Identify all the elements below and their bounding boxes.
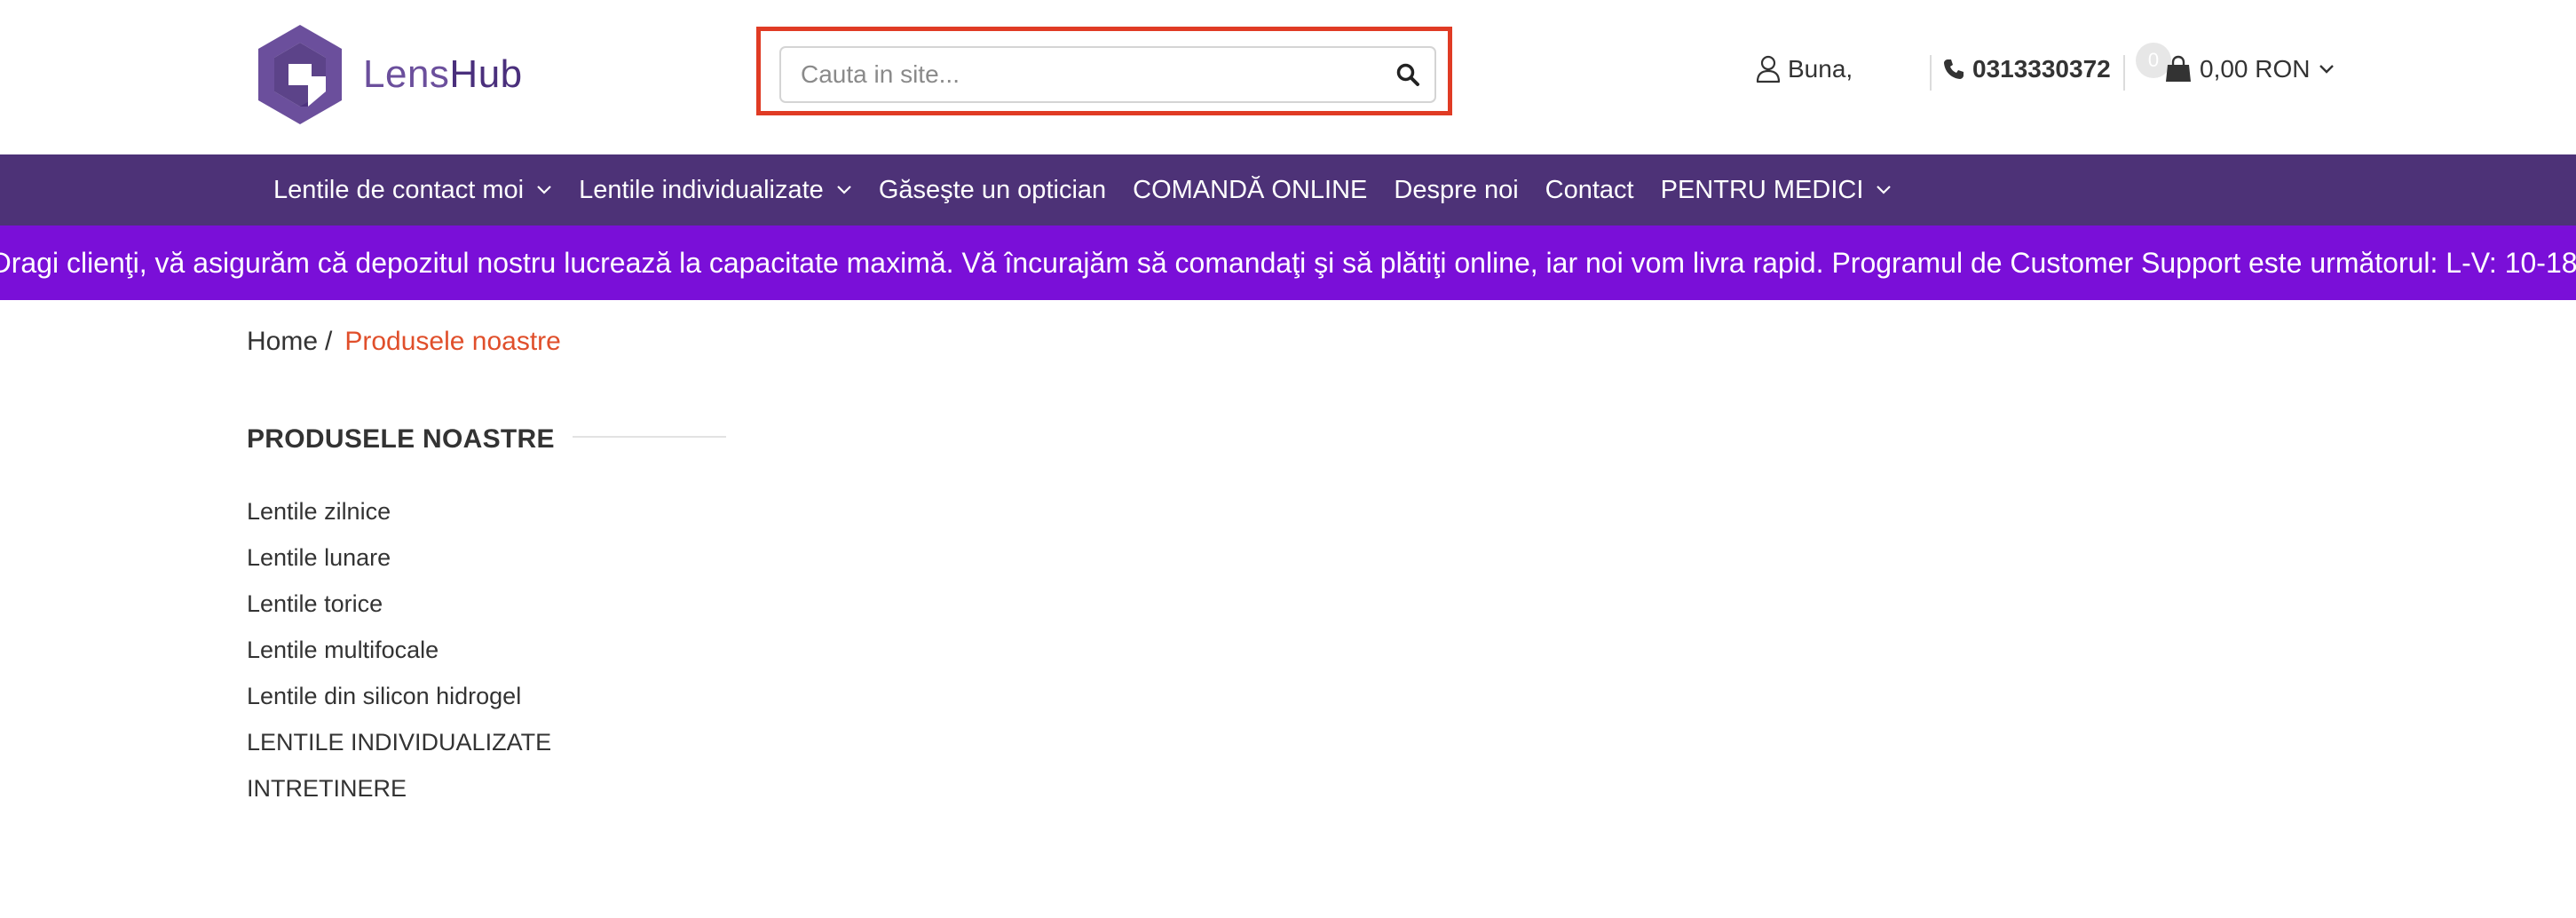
- phone-link[interactable]: 0313330372: [1942, 55, 2111, 83]
- cart-total: 0,00 RON: [2200, 55, 2311, 83]
- shopping-bag-icon: [2166, 55, 2191, 82]
- search-input[interactable]: [781, 48, 1381, 101]
- search-button[interactable]: [1381, 48, 1434, 101]
- search-icon: [1396, 63, 1419, 86]
- breadcrumb-separator: /: [325, 327, 333, 356]
- chevron-down-icon: [1877, 186, 1892, 194]
- announcement-banner: Dragi clienţi, vă asigurăm că depozitul …: [0, 226, 2576, 300]
- search-box: [779, 46, 1436, 103]
- category-link-lentile-torice[interactable]: Lentile torice: [247, 586, 551, 632]
- category-link-lentile-individualizate[interactable]: LENTILE INDIVIDUALIZATE: [247, 724, 551, 771]
- cart-button[interactable]: 0,00 RON: [2164, 55, 2335, 83]
- category-link-lentile-multifocale[interactable]: Lentile multifocale: [247, 632, 551, 678]
- announcement-text: Dragi clienţi, vă asigurăm că depozitul …: [0, 246, 2576, 279]
- chevron-down-icon: [837, 186, 851, 194]
- nav-item-despre-noi[interactable]: Despre noi: [1394, 176, 1518, 205]
- breadcrumb-home-link[interactable]: Home: [247, 327, 318, 357]
- nav-item-lentile-de-contact-moi[interactable]: Lentile de contact moi: [273, 176, 552, 205]
- header-divider: [1930, 55, 1932, 91]
- chevron-down-icon: [2319, 65, 2334, 74]
- logo-wordmark: LensHub: [363, 52, 523, 96]
- sidebar-title: PRODUSELE NOASTRE: [247, 424, 555, 454]
- category-link-lentile-zilnice[interactable]: Lentile zilnice: [247, 494, 551, 540]
- category-link-lentile-lunare[interactable]: Lentile lunare: [247, 540, 551, 586]
- sidebar-heading-row: PRODUSELE NOASTRE: [247, 424, 726, 455]
- nav-item-pentru-medici[interactable]: PENTRU MEDICI: [1661, 176, 1892, 205]
- main-navigation: Lentile de contact moi Lentile individua…: [0, 154, 2576, 226]
- site-header: LensHub Buna, 0313330372 0 0,00 RON: [0, 0, 2576, 154]
- account-label: Buna,: [1788, 55, 1853, 83]
- nav-item-gaseste-un-optician[interactable]: Găseşte un optician: [879, 176, 1106, 205]
- nav-item-contact[interactable]: Contact: [1545, 176, 1634, 205]
- sidebar-title-divider: [572, 436, 726, 438]
- nav-item-lentile-individualizate[interactable]: Lentile individualizate: [579, 176, 852, 205]
- category-link-lentile-silicon-hidrogel[interactable]: Lentile din silicon hidrogel: [247, 678, 551, 724]
- account-link[interactable]: Buna,: [1756, 55, 1853, 83]
- header-divider: [2123, 55, 2125, 91]
- phone-icon: [1944, 59, 1964, 79]
- category-list: Lentile zilnice Lentile lunare Lentile t…: [247, 494, 551, 817]
- user-icon: [1756, 55, 1781, 83]
- lenshub-logo-icon: [258, 25, 342, 124]
- category-link-intretinere[interactable]: INTRETINERE: [247, 771, 551, 817]
- breadcrumb-current: Produsele noastre: [344, 327, 561, 356]
- site-logo[interactable]: LensHub: [253, 21, 523, 128]
- phone-number: 0313330372: [1972, 55, 2111, 83]
- chevron-down-icon: [537, 186, 551, 194]
- breadcrumb: Home / Produsele noastre: [247, 327, 561, 357]
- nav-item-comanda-online[interactable]: COMANDĂ ONLINE: [1133, 176, 1367, 205]
